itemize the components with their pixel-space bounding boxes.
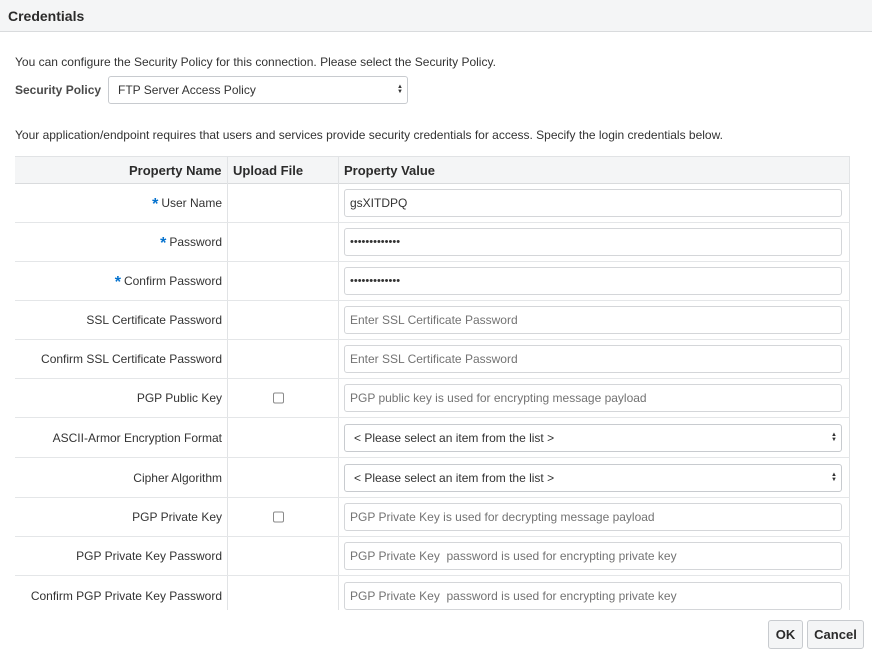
ascii-armor-encryption-format-label: ASCII-Armor Encryption Format [52, 430, 222, 445]
table-row-ssl-certificate-password: SSL Certificate Password [15, 301, 850, 340]
table-row-pgp-private-key: PGP Private Key [15, 498, 850, 537]
password-label-wrap: * Password [160, 233, 222, 252]
user-name-label-wrap: * User Name [152, 194, 222, 213]
security-policy-select[interactable]: FTP Server Access Policy ▲ ▼ [108, 76, 408, 104]
table-header-row: Property Name Upload File Property Value [15, 156, 850, 184]
header-upload-file: Upload File [233, 163, 304, 178]
table-row-pgp-private-key-password: PGP Private Key Password [15, 537, 850, 576]
password-input[interactable] [344, 228, 842, 256]
password-label: Password [169, 235, 222, 249]
confirm-pgp-private-key-password-label: Confirm PGP Private Key Password [30, 588, 222, 603]
credentials-instruction-text: Your application/endpoint requires that … [15, 128, 723, 142]
security-policy-value: FTP Server Access Policy [118, 83, 256, 97]
user-name-input[interactable] [344, 189, 842, 217]
table-row-confirm-pgp-private-key-password: Confirm PGP Private Key Password [15, 576, 850, 610]
ok-button[interactable]: OK [768, 620, 803, 649]
pgp-private-key-password-label: PGP Private Key Password [76, 549, 222, 563]
header-property-name: Property Name [129, 163, 222, 178]
table-row-cipher-algorithm: Cipher Algorithm < Please select an item… [15, 458, 850, 498]
confirm-pgp-private-key-password-input[interactable] [344, 581, 842, 610]
ascii-armor-encryption-format-value: < Please select an item from the list > [354, 430, 555, 445]
table-row-pgp-public-key: PGP Public Key [15, 379, 850, 418]
table-row-user-name: * User Name [15, 184, 850, 223]
select-arrows-icon: ▲ ▼ [831, 471, 837, 483]
confirm-password-label-wrap: * Confirm Password [114, 272, 222, 291]
pgp-public-key-label: PGP Public Key [136, 391, 222, 405]
required-marker: * [114, 274, 121, 291]
confirm-ssl-certificate-password-label: Confirm SSL Certificate Password [41, 352, 222, 366]
select-arrows-icon: ▲ ▼ [831, 431, 837, 443]
dialog-title: Credentials [8, 8, 85, 24]
header-property-value: Property Value [344, 163, 436, 178]
pgp-public-key-input[interactable] [344, 384, 842, 412]
table-row-confirm-ssl-certificate-password: Confirm SSL Certificate Password [15, 340, 850, 379]
pgp-private-key-input[interactable] [344, 503, 842, 531]
ascii-armor-encryption-format-select[interactable]: < Please select an item from the list > … [344, 423, 842, 452]
ssl-certificate-password-input[interactable] [344, 306, 842, 334]
table-row-confirm-password: * Confirm Password [15, 262, 850, 301]
dialog-titlebar: Credentials [0, 0, 872, 32]
user-name-label: User Name [161, 196, 222, 210]
table-row-ascii-armor-encryption-format: ASCII-Armor Encryption Format < Please s… [15, 418, 850, 458]
pgp-private-key-label: PGP Private Key [132, 510, 222, 524]
confirm-password-input[interactable] [344, 267, 842, 295]
cancel-button[interactable]: Cancel [807, 620, 864, 649]
cipher-algorithm-select[interactable]: < Please select an item from the list > … [344, 463, 842, 492]
select-arrows-icon: ▲ ▼ [397, 84, 403, 95]
cipher-algorithm-value: < Please select an item from the list > [354, 470, 555, 485]
pgp-private-key-password-input[interactable] [344, 542, 842, 570]
intro-text: You can configure the Security Policy fo… [15, 55, 496, 69]
pgp-private-key-upload-checkbox[interactable] [273, 511, 284, 523]
confirm-password-label: Confirm Password [123, 274, 222, 288]
table-row-password: * Password [15, 223, 850, 262]
credentials-table: Property Name Upload File Property Value… [15, 156, 850, 610]
required-marker: * [152, 196, 159, 213]
ssl-certificate-password-label: SSL Certificate Password [86, 313, 222, 327]
pgp-public-key-upload-checkbox[interactable] [273, 392, 284, 404]
security-policy-label: Security Policy [15, 83, 102, 97]
required-marker: * [160, 235, 167, 252]
confirm-ssl-certificate-password-input[interactable] [344, 345, 842, 373]
cipher-algorithm-label: Cipher Algorithm [133, 470, 222, 485]
